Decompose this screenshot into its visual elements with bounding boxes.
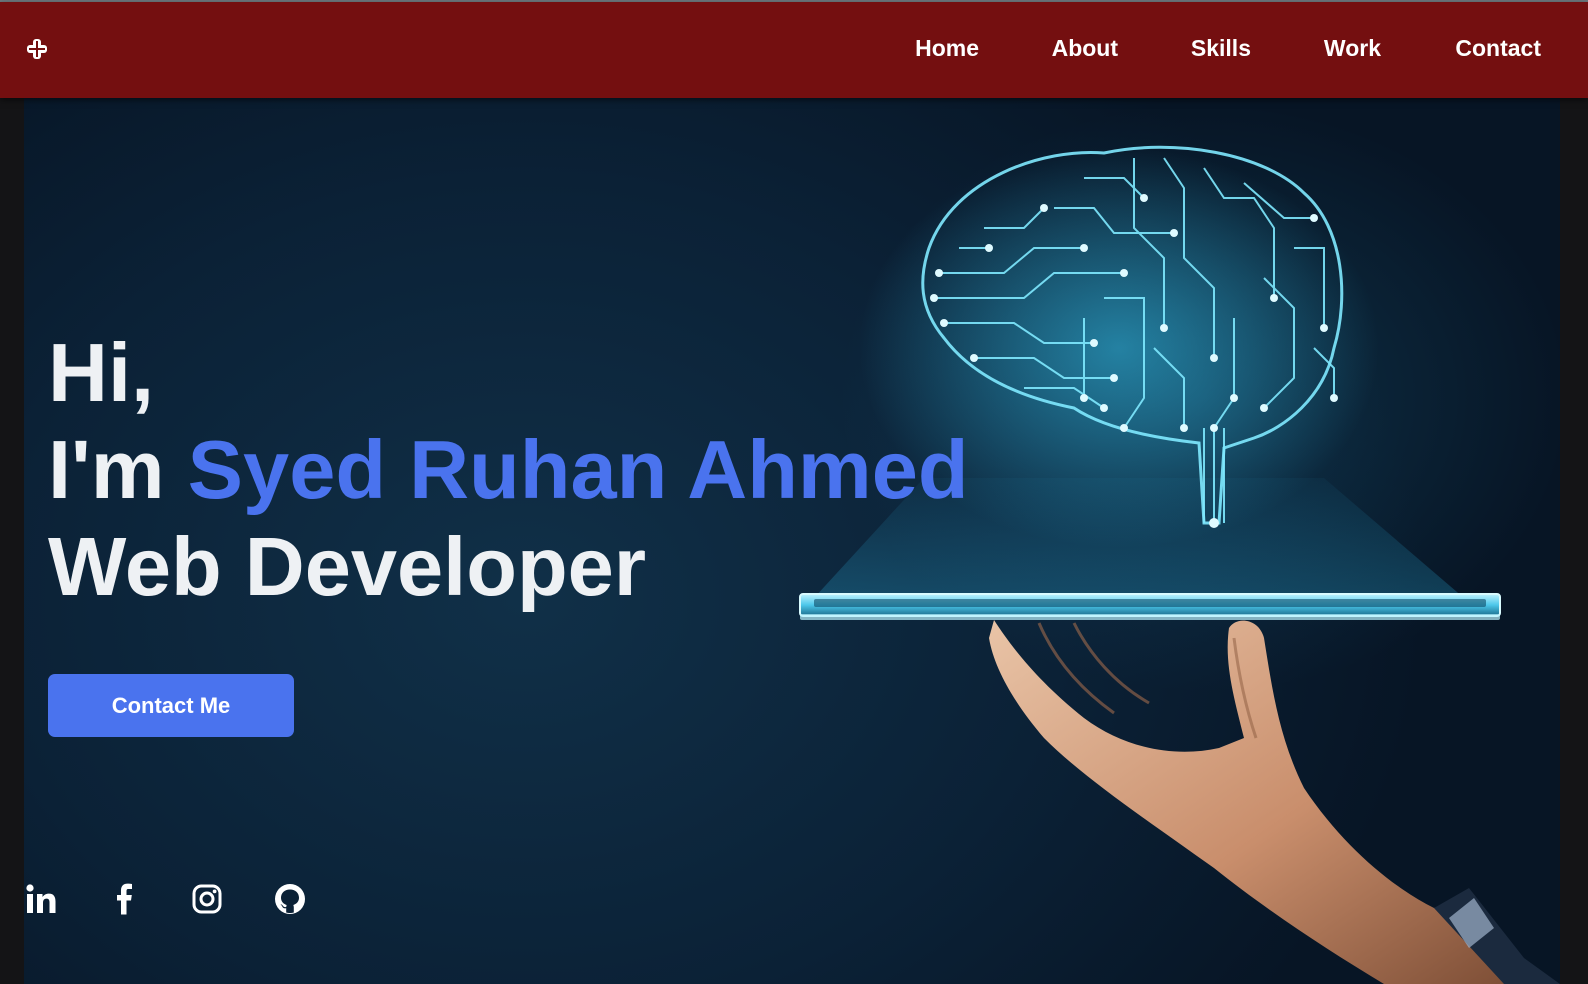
logo-cross-icon[interactable] [26, 38, 48, 60]
github-icon[interactable] [273, 882, 307, 916]
linkedin-icon[interactable] [24, 882, 58, 916]
nav-home[interactable]: Home [915, 35, 979, 62]
hero-headline: Hi, I'm Syed Ruhan Ahmed Web Developer [48, 324, 969, 615]
navbar: Home About Skills Work Contact [0, 2, 1588, 98]
nav-skills[interactable]: Skills [1191, 35, 1251, 62]
nav-work[interactable]: Work [1324, 35, 1381, 62]
hero-section: Hi, I'm Syed Ruhan Ahmed Web Developer Con… [24, 98, 1560, 984]
hero-role: Web Developer [48, 520, 647, 613]
contact-me-button[interactable]: Contact Me [48, 674, 294, 737]
nav-about[interactable]: About [1052, 35, 1118, 62]
hero-greeting: Hi, [48, 326, 155, 419]
hero-name: Syed Ruhan Ahmed [187, 423, 969, 516]
nav-contact[interactable]: Contact [1455, 35, 1541, 62]
hero-intro-prefix: I'm [48, 423, 188, 516]
instagram-icon[interactable] [190, 882, 224, 916]
facebook-icon[interactable] [108, 882, 142, 916]
